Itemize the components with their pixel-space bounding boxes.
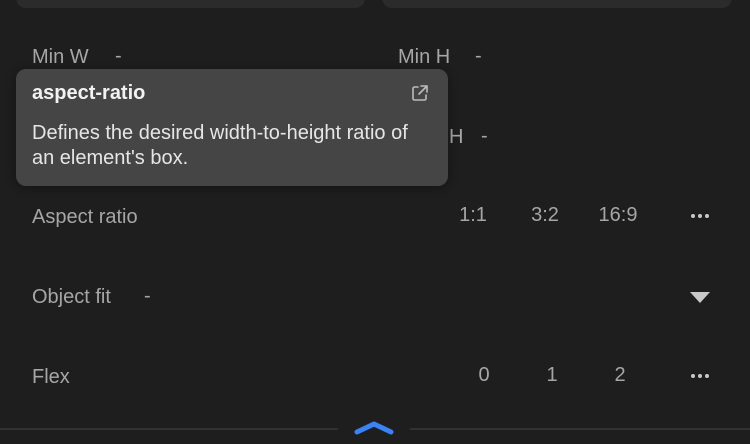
- flex-0-button[interactable]: 0: [472, 364, 496, 387]
- max-height-label: H: [449, 126, 464, 148]
- caret-down-icon[interactable]: [690, 292, 710, 303]
- min-height-value[interactable]: -: [475, 45, 482, 68]
- ellipsis-icon[interactable]: [686, 366, 714, 386]
- chevron-up-icon[interactable]: [354, 420, 394, 436]
- min-width-value[interactable]: -: [115, 45, 122, 68]
- object-fit-label: Object fit: [32, 286, 111, 308]
- max-height-value[interactable]: -: [481, 125, 488, 148]
- external-link-icon[interactable]: [410, 83, 430, 103]
- layout-panel: Min W - Min H - H - Aspect ratio 1:1 3:2…: [0, 0, 750, 444]
- tooltip-title: aspect-ratio: [32, 82, 146, 104]
- aspect-ratio-label: Aspect ratio: [32, 206, 138, 228]
- flex-label: Flex: [32, 366, 70, 388]
- divider: [410, 428, 750, 430]
- aspect-ratio-1-1-button[interactable]: 1:1: [452, 204, 494, 227]
- divider: [0, 428, 338, 430]
- min-width-label: Min W: [32, 46, 89, 68]
- ellipsis-icon[interactable]: [686, 206, 714, 226]
- flex-2-button[interactable]: 2: [608, 364, 632, 387]
- min-height-label: Min H: [398, 46, 451, 68]
- aspect-ratio-tooltip: aspect-ratio Defines the desired width-t…: [16, 69, 448, 186]
- width-input[interactable]: [16, 0, 365, 8]
- aspect-ratio-3-2-button[interactable]: 3:2: [524, 204, 566, 227]
- aspect-ratio-16-9-button[interactable]: 16:9: [592, 204, 644, 227]
- flex-1-button[interactable]: 1: [540, 364, 564, 387]
- height-input[interactable]: [382, 0, 732, 8]
- tooltip-description: Defines the desired width-to-height rati…: [32, 122, 408, 169]
- object-fit-value[interactable]: -: [144, 285, 151, 308]
